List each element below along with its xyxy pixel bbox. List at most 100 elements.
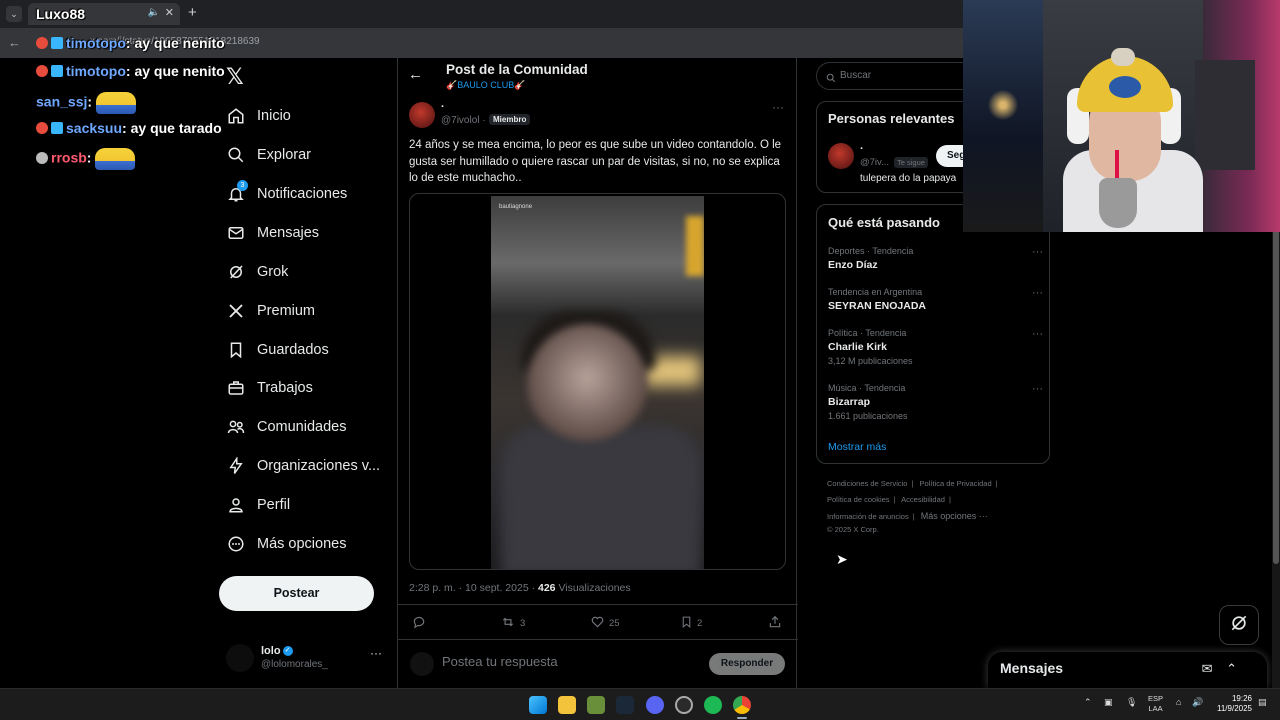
- chevron-up-icon[interactable]: ⌃: [1226, 661, 1237, 676]
- chat-badge-icon: [51, 65, 63, 77]
- mouse-cursor-icon: ➤: [836, 551, 848, 567]
- nav-item-mensajes[interactable]: Mensajes: [226, 220, 319, 246]
- chevron-up-icon[interactable]: ⌃: [1084, 697, 1092, 708]
- steam-icon[interactable]: [616, 696, 634, 714]
- nav-item-premium[interactable]: Premium: [226, 298, 315, 324]
- trend-meta: Tendencia en Argentina: [828, 287, 923, 297]
- bookmark-button[interactable]: 2: [680, 615, 702, 632]
- show-more-link[interactable]: Mostrar más: [828, 441, 886, 453]
- post-media[interactable]: bautiagnone: [409, 193, 786, 570]
- new-tab-button[interactable]: +: [188, 4, 197, 21]
- volume-icon[interactable]: 🔊: [1192, 697, 1203, 708]
- reply-icon: [412, 615, 426, 632]
- trend-count: 1.661 publicaciones: [828, 411, 908, 421]
- footer-link[interactable]: Condiciones de Servicio: [827, 479, 907, 488]
- tab-close-button[interactable]: ✕: [165, 6, 174, 19]
- trend-item[interactable]: Música · Tendencia Bizarrap 1.661 public…: [828, 383, 1043, 421]
- more-icon[interactable]: ···: [1032, 328, 1043, 340]
- network-icon[interactable]: ⌂: [1176, 697, 1181, 707]
- reply-submit-button[interactable]: Responder: [709, 653, 785, 675]
- trend-item[interactable]: Política · Tendencia Charlie Kirk 3,12 M…: [828, 328, 1043, 366]
- file-explorer-icon[interactable]: [558, 696, 576, 714]
- nav-item-perfil[interactable]: Perfil: [226, 492, 290, 518]
- nav-item-mas-opciones[interactable]: Más opciones: [226, 531, 346, 557]
- nav-item-explorar[interactable]: Explorar: [226, 142, 311, 168]
- footer-link[interactable]: Información de anuncios: [827, 512, 909, 521]
- mail-icon: [226, 223, 246, 243]
- share-button[interactable]: [768, 615, 782, 632]
- minecraft-icon[interactable]: [587, 696, 605, 714]
- spotify-icon[interactable]: [704, 696, 722, 714]
- tray-app-icon[interactable]: ▣: [1104, 697, 1113, 708]
- relevant-person-name[interactable]: .: [860, 140, 863, 152]
- webcam-window-detail: [963, 0, 1043, 232]
- webcam-window-detail: [1109, 76, 1141, 98]
- back-arrow-icon[interactable]: ←: [408, 66, 423, 83]
- reply-input[interactable]: Postea tu respuesta: [442, 654, 558, 669]
- messages-dock[interactable]: Mensajes ✉ ⌃: [988, 652, 1267, 688]
- active-app-indicator: [737, 717, 747, 719]
- footer-link[interactable]: Política de Privacidad: [920, 479, 992, 488]
- reply-button[interactable]: [412, 615, 430, 632]
- messages-dock-title: Mensajes: [1000, 660, 1064, 676]
- author-handle[interactable]: @7ivolol ·: [441, 115, 486, 126]
- nav-item-notificaciones[interactable]: 3 Notificaciones: [226, 180, 348, 207]
- language-indicator[interactable]: ESP LAA: [1148, 694, 1163, 714]
- x-logo-icon[interactable]: 𝕏: [226, 64, 244, 90]
- trend-item[interactable]: Deportes · Tendencia Enzo Díaz ···: [828, 246, 1043, 271]
- reply-composer: Postea tu respuesta Responder: [398, 646, 798, 682]
- trending-title: Qué está pasando: [828, 215, 940, 230]
- nav-label: Notificaciones: [257, 186, 348, 202]
- relevant-person-handle[interactable]: @7iv...: [860, 157, 889, 168]
- windows-start-icon[interactable]: [529, 696, 547, 714]
- tab-search-dropdown[interactable]: ⌄: [6, 6, 22, 22]
- chat-badge-icon: [36, 65, 48, 77]
- new-message-icon[interactable]: ✉: [1202, 661, 1213, 676]
- home-icon: [226, 106, 246, 126]
- community-name[interactable]: 🎸BAULO CLUB🎸: [446, 80, 525, 91]
- more-icon[interactable]: ···: [1032, 287, 1043, 299]
- trend-meta: Deportes · Tendencia: [828, 246, 914, 256]
- video-frame-detail: [501, 426, 701, 569]
- nav-item-organizaciones[interactable]: Organizaciones v...: [226, 453, 380, 479]
- nav-item-guardados[interactable]: Guardados: [226, 337, 329, 363]
- nav-item-grok[interactable]: Grok: [226, 259, 288, 285]
- obs-icon[interactable]: [675, 696, 693, 714]
- chat-message: sacksuu: ay que tarado: [36, 120, 222, 136]
- more-icon[interactable]: ···: [1032, 246, 1043, 258]
- discord-icon[interactable]: [646, 696, 664, 714]
- page-title: Post de la Comunidad: [446, 62, 588, 77]
- footer-link[interactable]: Accesibilidad: [901, 495, 945, 504]
- footer-link[interactable]: Política de cookies: [827, 495, 890, 504]
- nav-item-trabajos[interactable]: Trabajos: [226, 375, 313, 401]
- account-switcher[interactable]: lolo ✓ @lolomorales_ ···: [226, 642, 386, 682]
- trend-item[interactable]: Tendencia en Argentina SEYRAN ENOJADA ··…: [828, 287, 1043, 312]
- account-handle: @lolomorales_: [261, 659, 328, 670]
- footer-more-link[interactable]: Más opciones ···: [921, 511, 988, 521]
- post-timestamp: 2:28 p. m. · 10 sept. 2025 · 426 Visuali…: [409, 582, 631, 594]
- more-icon[interactable]: ···: [370, 646, 382, 660]
- avatar[interactable]: [409, 102, 435, 128]
- copyright: © 2025 X Corp.: [827, 525, 879, 534]
- system-clock[interactable]: 19:26 11/9/2025: [1210, 694, 1252, 714]
- avatar[interactable]: [828, 143, 854, 169]
- chat-badge-icon: [36, 37, 48, 49]
- like-button[interactable]: 25: [590, 615, 620, 632]
- repost-button[interactable]: 3: [500, 615, 525, 632]
- nav-item-inicio[interactable]: Inicio: [226, 103, 291, 129]
- more-icon[interactable]: ···: [772, 100, 784, 114]
- more-icon[interactable]: ···: [1032, 383, 1043, 395]
- grok-float-button[interactable]: [1219, 605, 1259, 645]
- nav-item-comunidades[interactable]: Comunidades: [226, 414, 346, 440]
- repost-icon: [500, 615, 516, 632]
- browser-back-icon[interactable]: ←: [8, 35, 21, 50]
- notification-center-icon[interactable]: ▤: [1258, 697, 1267, 708]
- search-input[interactable]: Buscar: [816, 62, 976, 90]
- author-name[interactable]: .: [441, 98, 444, 110]
- video-player[interactable]: bautiagnone: [491, 196, 704, 569]
- tab-audio-icon[interactable]: 🔈: [148, 7, 160, 18]
- post-button[interactable]: Postear: [219, 576, 374, 611]
- microphone-icon[interactable]: 🎙: [1126, 697, 1137, 708]
- chrome-icon[interactable]: [733, 696, 751, 714]
- nav-label: Inicio: [257, 108, 291, 124]
